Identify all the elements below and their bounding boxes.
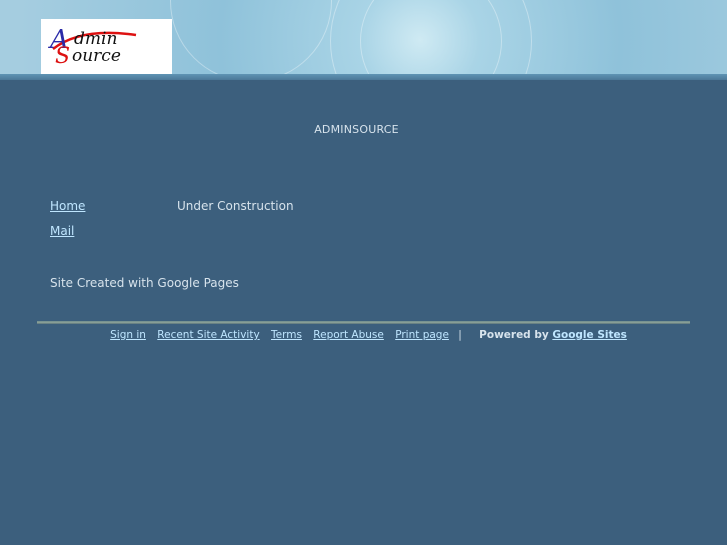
footer-separator: | (458, 329, 462, 341)
report-abuse-link[interactable]: Report Abuse (313, 329, 384, 341)
recent-activity-link[interactable]: Recent Site Activity (157, 329, 259, 341)
header-band (0, 74, 727, 80)
powered-by-label: Powered by (479, 329, 549, 341)
svg-text:ource: ource (72, 46, 121, 66)
footer: Sign in Recent Site Activity Terms Repor… (0, 329, 727, 341)
sign-in-link[interactable]: Sign in (110, 329, 146, 341)
site-title: ADMINSOURCE (314, 123, 399, 136)
admin-source-logo-icon: A dmin S ource (48, 25, 137, 69)
site-logo[interactable]: A dmin S ource (41, 19, 172, 74)
google-sites-link[interactable]: Google Sites (552, 329, 627, 341)
sidebar-nav: Home Mail (50, 199, 85, 249)
banner-ring (170, 0, 332, 74)
print-page-link[interactable]: Print page (395, 329, 449, 341)
footer-divider (37, 321, 690, 324)
nav-link-mail[interactable]: Mail (50, 224, 85, 238)
powered-by: Powered by Google Sites (479, 329, 627, 341)
svg-text:S: S (55, 44, 70, 69)
site-credit: Site Created with Google Pages (50, 276, 239, 290)
banner-ring (360, 0, 502, 74)
nav-link-home[interactable]: Home (50, 199, 85, 213)
terms-link[interactable]: Terms (271, 329, 302, 341)
page-content: Under Construction (177, 199, 294, 213)
